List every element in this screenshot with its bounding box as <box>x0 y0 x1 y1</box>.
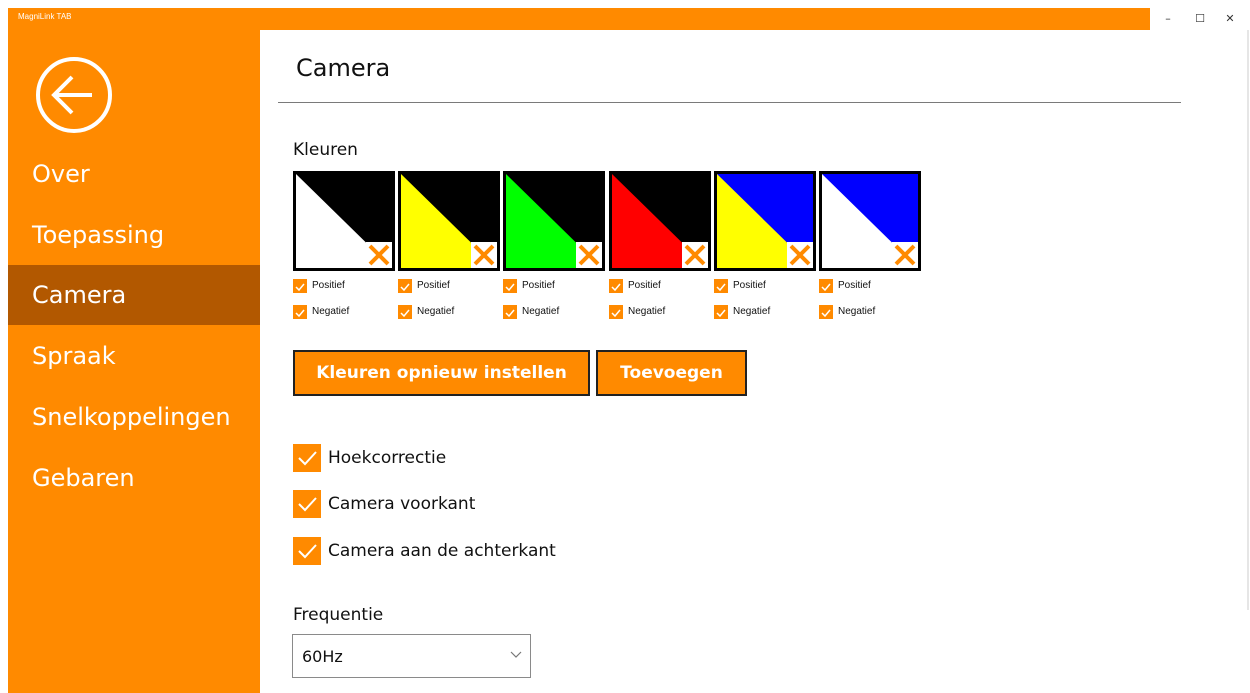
checkmark-icon <box>400 283 410 292</box>
reset-colors-button[interactable]: Kleuren opnieuw instellen <box>293 350 590 396</box>
checkbox-label-negatief: Negatief <box>522 306 560 317</box>
checkbox-label-positief: Positief <box>838 280 871 291</box>
app-title: MagniLink TAB <box>18 12 72 21</box>
frequency-label: Frequentie <box>293 605 384 625</box>
checkmark-icon <box>611 309 621 318</box>
checkbox-negatief[interactable] <box>819 305 833 319</box>
checkmark-icon <box>716 309 726 318</box>
close-icon <box>894 244 916 266</box>
close-icon <box>789 244 811 266</box>
checkmark-icon <box>295 283 305 292</box>
remove-color-button[interactable] <box>366 242 392 268</box>
checkbox-label-negatief: Negatief <box>628 306 666 317</box>
checkbox-camera-voorkant[interactable] <box>293 490 321 518</box>
back-button[interactable] <box>36 57 112 133</box>
maximize-button[interactable]: ☐ <box>1186 10 1214 28</box>
checkbox-label-positief: Positief <box>522 280 555 291</box>
checkbox-label-negatief: Negatief <box>312 306 350 317</box>
checkbox-label-positief: Positief <box>312 280 345 291</box>
checkmark-icon <box>298 544 317 559</box>
title-divider <box>278 102 1181 103</box>
remove-color-button[interactable] <box>576 242 602 268</box>
checkbox-label-hoekcorrectie: Hoekcorrectie <box>328 448 447 468</box>
add-color-button[interactable]: Toevoegen <box>596 350 747 396</box>
scrollbar[interactable] <box>1247 30 1249 610</box>
window-controls: – ☐ ✕ <box>1150 8 1250 30</box>
checkbox-positief[interactable] <box>503 279 517 293</box>
minimize-button[interactable]: – <box>1154 10 1182 28</box>
checkbox-negatief[interactable] <box>398 305 412 319</box>
color-swatch[interactable] <box>503 171 605 271</box>
checkbox-label-negatief: Negatief <box>417 306 455 317</box>
remove-color-button[interactable] <box>471 242 497 268</box>
checkmark-icon <box>298 497 317 512</box>
checkbox-camera-achterkant[interactable] <box>293 537 321 565</box>
checkmark-icon <box>505 309 515 318</box>
checkbox-negatief[interactable] <box>503 305 517 319</box>
checkmark-icon <box>505 283 515 292</box>
checkbox-positief[interactable] <box>293 279 307 293</box>
checkbox-negatief[interactable] <box>293 305 307 319</box>
close-icon <box>684 244 706 266</box>
close-icon <box>473 244 495 266</box>
checkmark-icon <box>716 283 726 292</box>
frequency-value: 60Hz <box>302 647 343 666</box>
checkmark-icon <box>821 283 831 292</box>
color-swatch[interactable] <box>714 171 816 271</box>
close-icon <box>578 244 600 266</box>
close-button[interactable]: ✕ <box>1216 10 1244 28</box>
checkbox-negatief[interactable] <box>714 305 728 319</box>
checkbox-label-positief: Positief <box>417 280 450 291</box>
checkbox-hoekcorrectie[interactable] <box>293 444 321 472</box>
sidebar-item-over[interactable]: Over <box>8 144 260 204</box>
checkmark-icon <box>611 283 621 292</box>
color-swatch[interactable] <box>819 171 921 271</box>
close-icon <box>368 244 390 266</box>
title-bar: MagniLink TAB <box>8 8 1150 30</box>
checkbox-label-negatief: Negatief <box>838 306 876 317</box>
checkbox-positief[interactable] <box>609 279 623 293</box>
sidebar-item-snelkoppelingen[interactable]: Snelkoppelingen <box>8 387 260 447</box>
back-arrow-icon <box>51 75 92 115</box>
checkbox-label-positief: Positief <box>628 280 661 291</box>
checkbox-label-negatief: Negatief <box>733 306 771 317</box>
frequency-select[interactable]: 60Hz <box>292 634 531 678</box>
checkbox-label-positief: Positief <box>733 280 766 291</box>
checkmark-icon <box>298 451 317 466</box>
sidebar-item-toepassing[interactable]: Toepassing <box>8 205 260 265</box>
checkbox-positief[interactable] <box>714 279 728 293</box>
checkmark-icon <box>821 309 831 318</box>
checkbox-positief[interactable] <box>819 279 833 293</box>
sidebar: Over Toepassing Camera Spraak Snelkoppel… <box>8 30 260 693</box>
checkmark-icon <box>295 309 305 318</box>
color-swatch[interactable] <box>398 171 500 271</box>
color-swatch[interactable] <box>609 171 711 271</box>
color-swatch[interactable] <box>293 171 395 271</box>
page-title: Camera <box>296 54 391 82</box>
sidebar-item-gebaren[interactable]: Gebaren <box>8 448 260 508</box>
remove-color-button[interactable] <box>787 242 813 268</box>
checkbox-label-camera-achterkant: Camera aan de achterkant <box>328 541 556 561</box>
chevron-down-icon <box>510 651 522 658</box>
remove-color-button[interactable] <box>892 242 918 268</box>
checkmark-icon <box>400 309 410 318</box>
remove-color-button[interactable] <box>682 242 708 268</box>
sidebar-item-spraak[interactable]: Spraak <box>8 326 260 386</box>
colors-label: Kleuren <box>293 140 358 160</box>
checkbox-positief[interactable] <box>398 279 412 293</box>
checkbox-negatief[interactable] <box>609 305 623 319</box>
checkbox-label-camera-voorkant: Camera voorkant <box>328 494 476 514</box>
sidebar-item-camera[interactable]: Camera <box>8 265 260 325</box>
